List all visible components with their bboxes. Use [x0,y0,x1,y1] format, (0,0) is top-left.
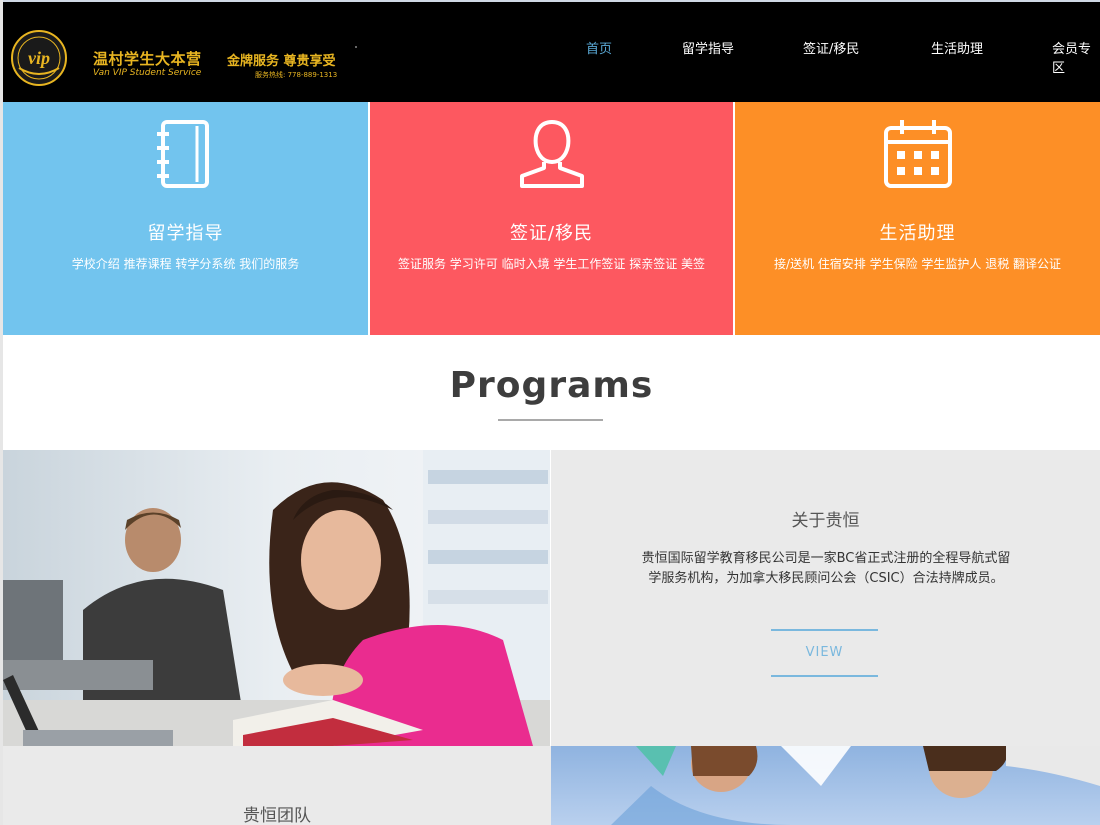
view-button[interactable]: VIEW [771,629,878,677]
notebook-icon [156,120,209,188]
team-section: 贵恒团队 [3,746,551,825]
about-section: 关于贵恒 贵恒国际留学教育移民公司是一家BC省正式注册的全程导航式留学服务机构，… [551,450,1100,746]
tile-title: 生活助理 [879,223,956,244]
calendar-icon [883,120,952,188]
about-title: 关于贵恒 [791,511,860,531]
tile-study-guide[interactable]: 留学指导 学校介绍 推荐课程 转学分系统 我们的服务 [3,102,368,335]
logo-english-name: Van VIP Student Service [93,68,202,78]
vip-logo-icon[interactable]: vip [9,28,69,88]
student-photo [3,450,550,746]
tile-subtitle: 学校介绍 推荐课程 转学分系统 我们的服务 [71,257,300,271]
tile-title: 签证/移民 [509,223,594,244]
nav-item-home[interactable]: 首页 [586,38,612,57]
tile-subtitle: 签证服务 学习许可 临时入境 学生工作签证 探亲签证 美签 [397,257,706,271]
nav-item-member-zone[interactable]: 会员专区 [1052,38,1100,76]
tile-title: 留学指导 [147,223,224,244]
nav-item-study-guide[interactable]: 留学指导 [682,38,734,57]
tile-visa-immigration[interactable]: 签证/移民 签证服务 学习许可 临时入境 学生工作签证 探亲签证 美签 [370,102,733,335]
page: vip 温村学生大本营 Van VIP Student Service 金牌服务… [0,0,1100,825]
nav-item-life-assistant[interactable]: 生活助理 [931,38,983,57]
hotline: 服务热线: 778-889-1313 [255,71,338,79]
about-text: 贵恒国际留学教育移民公司是一家BC省正式注册的全程导航式留学服务机构，为加拿大移… [641,551,1011,586]
heading-underline [498,419,603,421]
slogan: 金牌服务 尊贵享受 [227,54,336,69]
feature-tiles: 留学指导 学校介绍 推荐课程 转学分系统 我们的服务 签证/移民 签证服务 学习… [3,102,1100,335]
logo-chinese-name: 温村学生大本营 [93,50,202,68]
site-header: vip 温村学生大本营 Van VIP Student Service 金牌服务… [3,0,1100,102]
svg-text:vip: vip [28,48,50,68]
tile-life-assistant[interactable]: 生活助理 接/送机 住宿安排 学生保险 学生监护人 退税 翻译公证 [735,102,1100,335]
user-icon [519,119,584,188]
team-title: 贵恒团队 [243,806,311,825]
nav-item-visa-immigration[interactable]: 签证/移民 [803,38,859,57]
divider-dot [355,46,357,48]
tile-subtitle: 接/送机 住宿安排 学生保险 学生监护人 退税 翻译公证 [773,257,1062,271]
team-photo [551,746,1100,825]
programs-heading: Programs [449,365,654,406]
